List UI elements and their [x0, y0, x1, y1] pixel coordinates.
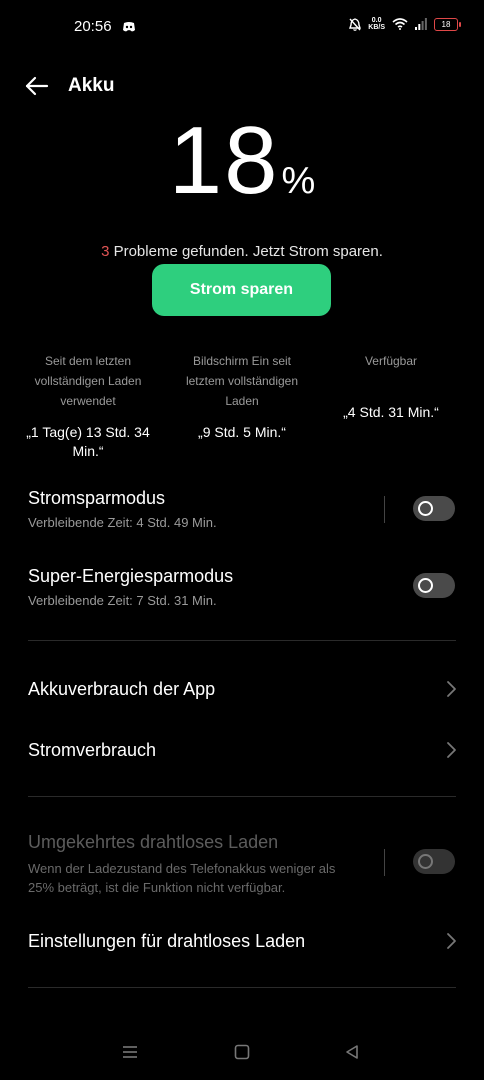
- menu-icon[interactable]: [122, 1044, 138, 1060]
- stat-used-since-charge: Seit dem letzten vollständigen Laden ver…: [18, 351, 158, 461]
- home-icon[interactable]: [234, 1044, 250, 1060]
- chevron-right-icon[interactable]: [444, 741, 458, 759]
- stat-value: „1 Tag(e) 13 Std. 34 Min.“: [26, 424, 150, 459]
- separator: [384, 496, 385, 523]
- stat-screen-on: Bildschirm Ein seit letztem vollständige…: [172, 351, 312, 442]
- save-power-button[interactable]: Strom sparen: [152, 264, 331, 316]
- super-saving-toggle[interactable]: [413, 573, 455, 598]
- divider: [28, 796, 456, 797]
- stat-value: „4 Std. 31 Min.“: [343, 404, 439, 420]
- status-icons: 0.0 KB/S 18: [349, 17, 461, 31]
- signal-icon: [415, 18, 427, 30]
- problems-text: Probleme gefunden. Jetzt Strom sparen.: [109, 243, 383, 260]
- back-arrow-icon[interactable]: [24, 74, 50, 98]
- page-title: Akku: [68, 75, 115, 96]
- stat-label: Verfügbar: [364, 354, 418, 368]
- chevron-right-icon[interactable]: [444, 680, 458, 698]
- power-saving-title[interactable]: Stromsparmodus: [28, 488, 165, 509]
- power-saving-subtitle: Verbleibende Zeit: 4 Std. 49 Min.: [28, 515, 217, 530]
- toggle-knob: [418, 578, 433, 593]
- stat-label: Bildschirm Ein seit letztem vollständige…: [185, 354, 299, 408]
- stat-value: „9 Std. 5 Min.“: [198, 424, 286, 440]
- battery-icon: 18: [434, 17, 461, 31]
- battery-percent-value: 18: [168, 107, 280, 214]
- net-speed: 0.0 KB/S: [368, 17, 385, 31]
- wifi-icon: [392, 18, 408, 30]
- power-saving-toggle[interactable]: [413, 496, 455, 521]
- super-saving-subtitle: Verbleibende Zeit: 7 Std. 31 Min.: [28, 593, 217, 608]
- discord-icon: [123, 22, 135, 32]
- net-speed-unit: KB/S: [368, 24, 385, 31]
- battery-percentage: 18%: [0, 106, 484, 216]
- status-time: 20:56: [74, 18, 112, 35]
- problems-message: 3 Probleme gefunden. Jetzt Strom sparen.: [0, 243, 484, 260]
- power-usage-item[interactable]: Stromverbrauch: [28, 740, 156, 761]
- percent-sign: %: [281, 160, 316, 202]
- bell-muted-icon: [349, 17, 362, 31]
- stat-label: Seit dem letzten vollständigen Laden ver…: [34, 354, 142, 408]
- reverse-wireless-toggle: [413, 849, 455, 874]
- reverse-wireless-subtitle: Wenn der Ladezustand des Telefonakkus we…: [28, 861, 336, 895]
- back-nav-icon[interactable]: [344, 1044, 360, 1060]
- toggle-knob: [418, 854, 433, 869]
- stat-available: Verfügbar „4 Std. 31 Min.“: [321, 351, 461, 422]
- net-speed-value: 0.0: [371, 17, 382, 24]
- reverse-wireless-title: Umgekehrtes drahtloses Laden: [28, 832, 279, 852]
- divider: [28, 640, 456, 641]
- chevron-right-icon[interactable]: [444, 932, 458, 950]
- app-usage-item[interactable]: Akkuverbrauch der App: [28, 679, 215, 700]
- separator: [384, 849, 385, 876]
- divider: [28, 987, 456, 988]
- super-saving-title[interactable]: Super-Energiesparmodus: [28, 566, 233, 587]
- wireless-settings-item[interactable]: Einstellungen für drahtloses Laden: [28, 931, 305, 952]
- toggle-knob: [418, 501, 433, 516]
